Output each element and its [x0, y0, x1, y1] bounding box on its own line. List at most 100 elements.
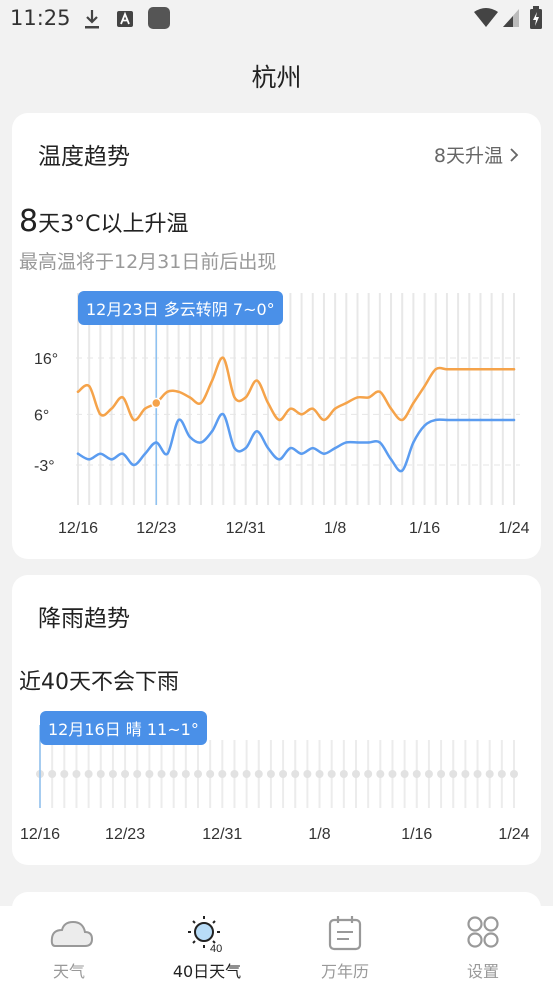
low-temp-point	[110, 458, 113, 461]
low-temp-point	[434, 418, 437, 422]
tab-40-day-weather[interactable]: 40 40日天气	[138, 906, 276, 984]
rain-point	[510, 770, 518, 778]
y-tick-label: 6°	[34, 407, 49, 424]
rain-point	[96, 770, 105, 778]
app-notification-icon	[148, 7, 170, 29]
x-tick-label: 12/23	[136, 520, 176, 537]
rain-point	[485, 770, 494, 778]
low-temp-point	[143, 452, 147, 455]
low-temp-point	[233, 446, 236, 450]
high-temp-point	[289, 407, 292, 410]
rain-point	[376, 770, 385, 778]
high-temp-point	[367, 396, 370, 399]
low-temp-point	[99, 452, 102, 455]
rain-point	[400, 770, 409, 778]
rain-point	[169, 770, 178, 778]
low-temp-point	[166, 452, 169, 455]
rain-point	[303, 770, 312, 778]
rain-point	[352, 770, 360, 778]
x-tick-label: 1/16	[409, 520, 440, 537]
low-temp-point	[389, 458, 393, 461]
rain-point	[242, 770, 251, 778]
low-temp-point	[210, 430, 214, 433]
low-temp-point	[76, 452, 80, 455]
rain-point	[473, 770, 482, 778]
rain-point	[218, 770, 227, 778]
rain-point	[145, 770, 154, 778]
tab-40-day-label: 40日天气	[172, 962, 242, 981]
low-temp-point	[322, 452, 326, 455]
high-temp-point	[468, 368, 471, 371]
rain-point	[133, 770, 142, 778]
status-bar: 11:25	[0, 0, 553, 36]
selected-point	[151, 397, 162, 409]
low-temp-point	[87, 458, 91, 461]
high-temp-point	[87, 384, 91, 388]
low-temp-point	[255, 430, 259, 433]
high-temp-point	[512, 368, 516, 371]
rain-point	[424, 770, 433, 778]
rain-trend-card: 降雨趋势 近40天不会下雨 12/16 12/23 12/31 1/8 1/16 1/24…	[12, 575, 541, 865]
x-tick-label: 1/24	[498, 520, 529, 537]
battery-icon	[530, 6, 542, 29]
high-temp-point	[76, 390, 80, 393]
cloud-icon	[50, 920, 93, 947]
temperature-chart[interactable]: 16° 6° -3° 12/16 12/23 12/31 1/8 1/16 1/24	[12, 113, 541, 559]
high-temp-point	[300, 413, 303, 416]
rain-point	[461, 770, 470, 778]
low-temp-point	[278, 458, 281, 461]
high-temp-point	[311, 407, 314, 410]
tab-weather[interactable]: 天气	[0, 906, 138, 984]
x-tick-label: 12/16	[58, 520, 98, 537]
status-time: 11:25	[10, 6, 71, 30]
rain-point	[194, 770, 202, 778]
low-temp-point	[300, 452, 303, 455]
low-temp-point	[378, 441, 382, 444]
bottom-tab-bar: 天气 40 40日天气 万年历 设置	[0, 906, 553, 984]
rain-point	[48, 770, 57, 778]
high-temp-point	[501, 368, 505, 371]
low-temp-point	[423, 424, 426, 427]
a-notification-icon	[117, 11, 133, 27]
low-temp-point	[311, 446, 314, 450]
rain-point	[181, 770, 190, 778]
rain-point	[108, 770, 117, 778]
high-temp-point	[278, 418, 281, 422]
low-temp-line	[76, 412, 516, 473]
high-temp-point	[244, 396, 247, 399]
high-temp-point	[479, 368, 482, 371]
rain-point	[84, 770, 93, 778]
tab-weather-label: 天气	[52, 962, 85, 981]
low-temp-point	[345, 441, 348, 444]
rain-point	[266, 770, 275, 778]
rain-point	[412, 770, 421, 778]
y-tick-label: -3°	[34, 458, 55, 475]
high-temp-point	[412, 401, 415, 405]
rain-point	[497, 770, 506, 778]
high-temp-point	[401, 418, 404, 422]
high-temp-point	[333, 407, 337, 410]
high-temp-line	[76, 356, 516, 422]
temperature-tooltip: 12月23日 多云转阴 7~0°	[78, 291, 283, 325]
rain-point	[315, 770, 324, 778]
high-temp-point	[210, 379, 214, 382]
rain-tooltip: 12月16日 晴 11~1°	[40, 711, 207, 745]
tab-settings[interactable]: 设置	[414, 906, 552, 984]
low-temp-point	[132, 463, 136, 467]
high-temp-point	[188, 396, 191, 399]
tab-calendar[interactable]: 万年历	[276, 906, 414, 984]
tab-settings-label: 设置	[466, 962, 499, 981]
low-temp-point	[479, 418, 482, 422]
x-tick-label: 1/16	[401, 826, 432, 843]
low-temp-point	[155, 441, 158, 444]
rain-point	[388, 770, 397, 778]
low-temp-point	[333, 446, 337, 450]
download-icon	[85, 10, 99, 29]
low-temp-point	[121, 452, 124, 455]
rain-point	[254, 770, 263, 778]
high-temp-point	[423, 384, 426, 388]
rain-point	[206, 770, 215, 778]
high-temp-point	[445, 368, 449, 371]
rain-point	[364, 770, 373, 778]
temperature-trend-card: 温度趋势 8天升温 8天3°C以上升温 最高温将于12月31日前后出现 16° 6…	[12, 113, 541, 559]
